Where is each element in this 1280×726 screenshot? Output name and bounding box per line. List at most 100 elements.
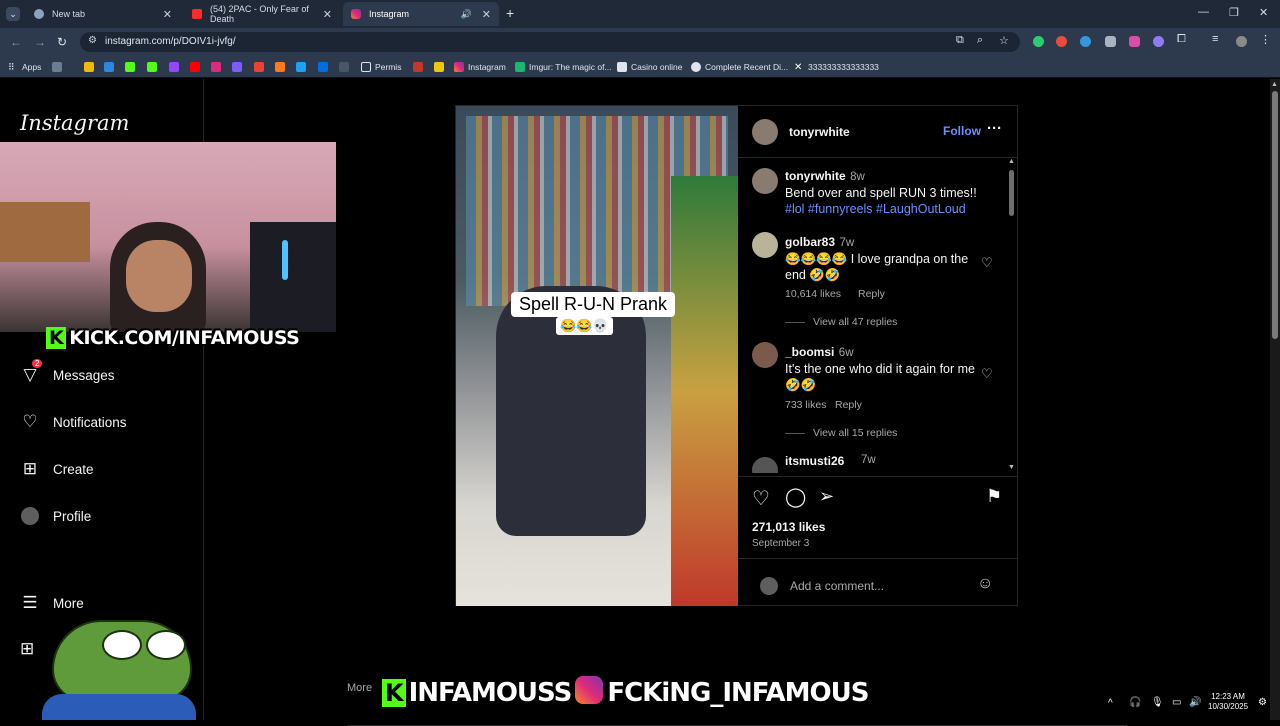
taskbar-clock[interactable]: 12:23 AM 10/30/2025	[1208, 692, 1248, 712]
bookmark-instagram-icon[interactable]	[211, 62, 221, 72]
nav-profile[interactable]: Profile	[20, 506, 91, 526]
nav-more[interactable]: ☰ More	[20, 593, 83, 613]
post-video[interactable]: Spell R-U-N Prank 😂😂💀	[456, 106, 738, 606]
bookmark-paypal-icon[interactable]	[318, 62, 328, 72]
site-info-icon[interactable]: ⚙	[88, 35, 97, 46]
page-scroll-up-icon[interactable]: ▲	[1271, 81, 1278, 88]
comment-like-icon[interactable]: ♡	[981, 255, 993, 271]
follow-button[interactable]: Follow	[943, 124, 981, 138]
tab-youtube[interactable]: (54) 2PAC - Only Fear of Death ✕	[184, 2, 340, 26]
comment-like-icon[interactable]: ♡	[981, 366, 993, 382]
cast-icon[interactable]: ⧉	[956, 34, 964, 47]
bookmark-permis[interactable]: Permis	[361, 60, 401, 74]
minimize-icon[interactable]: —	[1198, 6, 1209, 18]
extension-purple-icon[interactable]	[1153, 36, 1164, 47]
scroll-up-icon[interactable]: ▲	[1008, 158, 1015, 165]
more-options-icon[interactable]: ···	[987, 120, 1002, 137]
extension-red-icon[interactable]	[1056, 36, 1067, 47]
restore-icon[interactable]: ❐	[1229, 6, 1239, 19]
bookmark-binance-icon[interactable]	[84, 62, 94, 72]
close-tab-icon[interactable]: ✕	[323, 8, 332, 21]
page-scrollbar[interactable]: ▲	[1270, 79, 1280, 720]
comment-icon[interactable]: ◯	[785, 486, 806, 509]
tray-chevron-icon[interactable]: ^	[1108, 698, 1113, 709]
bookmark-red-icon[interactable]	[413, 62, 423, 72]
save-icon[interactable]: ⚑	[986, 486, 1002, 507]
bookmark-star-icon[interactable]: ☆	[999, 34, 1009, 47]
forward-icon[interactable]: →	[34, 35, 46, 49]
author-avatar[interactable]	[752, 119, 778, 145]
tab-search-button[interactable]: ⌄	[6, 7, 20, 21]
address-bar[interactable]: ⚙ instagram.com/p/DOIV1i-jvfg/ ⧉ ⌕ ☆	[80, 32, 1020, 52]
comment-input[interactable]: Add a comment...	[790, 579, 884, 593]
comment-reply-button[interactable]: Reply	[835, 399, 862, 411]
bookmark-333[interactable]: ✕ 333333333333333	[794, 60, 879, 74]
extension-blue-icon[interactable]	[1080, 36, 1091, 47]
emoji-icon[interactable]: ☺	[977, 575, 993, 593]
tab-new-tab[interactable]: New tab ✕	[26, 2, 180, 26]
comment-avatar[interactable]	[752, 342, 778, 368]
view-replies-button[interactable]: View all 15 replies	[785, 427, 897, 439]
bookmark-dark-icon[interactable]	[339, 62, 349, 72]
network-icon[interactable]: ▭	[1172, 697, 1181, 708]
audio-playing-icon[interactable]: 🔊	[461, 9, 472, 20]
page-scrollbar-thumb[interactable]	[1272, 91, 1278, 339]
caption-hashtags[interactable]: #lol #funnyreels #LaughOutLoud	[785, 202, 966, 216]
back-icon[interactable]: ←	[10, 35, 22, 49]
headset-icon[interactable]: 🎧	[1129, 697, 1141, 708]
extension-green-icon[interactable]	[1033, 36, 1044, 47]
comment-reply-button[interactable]: Reply	[858, 288, 885, 300]
bookmark-complete-recent[interactable]: Complete Recent Di...	[691, 60, 788, 74]
bookmark-instagram[interactable]: Instagram	[454, 60, 506, 74]
bookmark-gmail-icon[interactable]	[254, 62, 264, 72]
bookmark-blue-icon[interactable]	[104, 62, 114, 72]
bookmark-orange-icon[interactable]	[275, 62, 285, 72]
bookmark-casino[interactable]: Casino online	[617, 60, 683, 74]
bookmark-purple-icon[interactable]	[232, 62, 242, 72]
share-icon[interactable]: ➢	[819, 486, 834, 507]
apps-icon[interactable]: ⊞	[20, 639, 34, 659]
bookmark-kick2-icon[interactable]	[147, 62, 157, 72]
comment-username[interactable]: itsmusti26	[785, 454, 844, 468]
view-replies-button[interactable]: View all 47 replies	[785, 316, 897, 328]
bookmark-twitch-icon[interactable]	[169, 62, 179, 72]
bookmark-cyan-icon[interactable]	[296, 62, 306, 72]
zoom-icon[interactable]: ⌕	[977, 34, 983, 47]
bookmark-apps[interactable]: ⠿ Apps	[8, 60, 41, 74]
bookmark-youtube-icon[interactable]	[190, 62, 200, 72]
like-icon[interactable]: ♡	[752, 486, 770, 511]
reading-list-icon[interactable]: ≡	[1212, 33, 1223, 45]
settings-icon[interactable]: ⚙	[1258, 697, 1267, 708]
comments-scrollbar[interactable]: ▲ ▼	[1008, 158, 1015, 474]
bookmark-kick-icon[interactable]	[125, 62, 135, 72]
tab-instagram[interactable]: Instagram 🔊 ✕	[343, 2, 499, 26]
author-username[interactable]: tonyrwhite	[789, 125, 850, 139]
close-tab-icon[interactable]: ✕	[163, 8, 172, 21]
extension-gray-icon[interactable]	[1105, 36, 1116, 47]
extension-pink-icon[interactable]	[1129, 36, 1140, 47]
microphone-icon[interactable]: 🎙	[1151, 697, 1164, 708]
scrollbar-thumb[interactable]	[1009, 170, 1014, 216]
comment-username[interactable]: golbar83	[785, 235, 835, 249]
nav-messages[interactable]: ▽ 2 Messages	[20, 359, 115, 385]
extensions-puzzle-icon[interactable]: ⧠	[1177, 33, 1188, 45]
bookmark-grid-icon[interactable]	[52, 62, 62, 72]
scroll-down-icon[interactable]: ▼	[1008, 464, 1015, 471]
nav-notifications[interactable]: ♡ Notifications	[20, 412, 126, 432]
instagram-logo[interactable]: Instagram	[20, 111, 129, 135]
browser-menu-icon[interactable]: ⋮	[1260, 33, 1271, 46]
comment-avatar[interactable]	[752, 232, 778, 258]
close-tab-icon[interactable]: ✕	[482, 8, 491, 21]
close-window-icon[interactable]: ✕	[1259, 6, 1268, 19]
bookmark-imgur[interactable]: Imgur: The magic of...	[515, 60, 612, 74]
caption-avatar[interactable]	[752, 168, 778, 194]
bookmark-chart-icon[interactable]	[434, 62, 444, 72]
nav-create[interactable]: ⊞ Create	[20, 459, 94, 479]
comment-username[interactable]: _boomsi	[785, 345, 834, 359]
post-likes-count[interactable]: 271,013 likes	[752, 520, 825, 534]
reload-icon[interactable]: ↻	[57, 35, 67, 49]
comment-avatar[interactable]	[752, 457, 778, 473]
profile-icon[interactable]	[1236, 36, 1247, 47]
volume-icon[interactable]: 🔊	[1189, 697, 1201, 708]
caption-username[interactable]: tonyrwhite	[785, 169, 846, 183]
